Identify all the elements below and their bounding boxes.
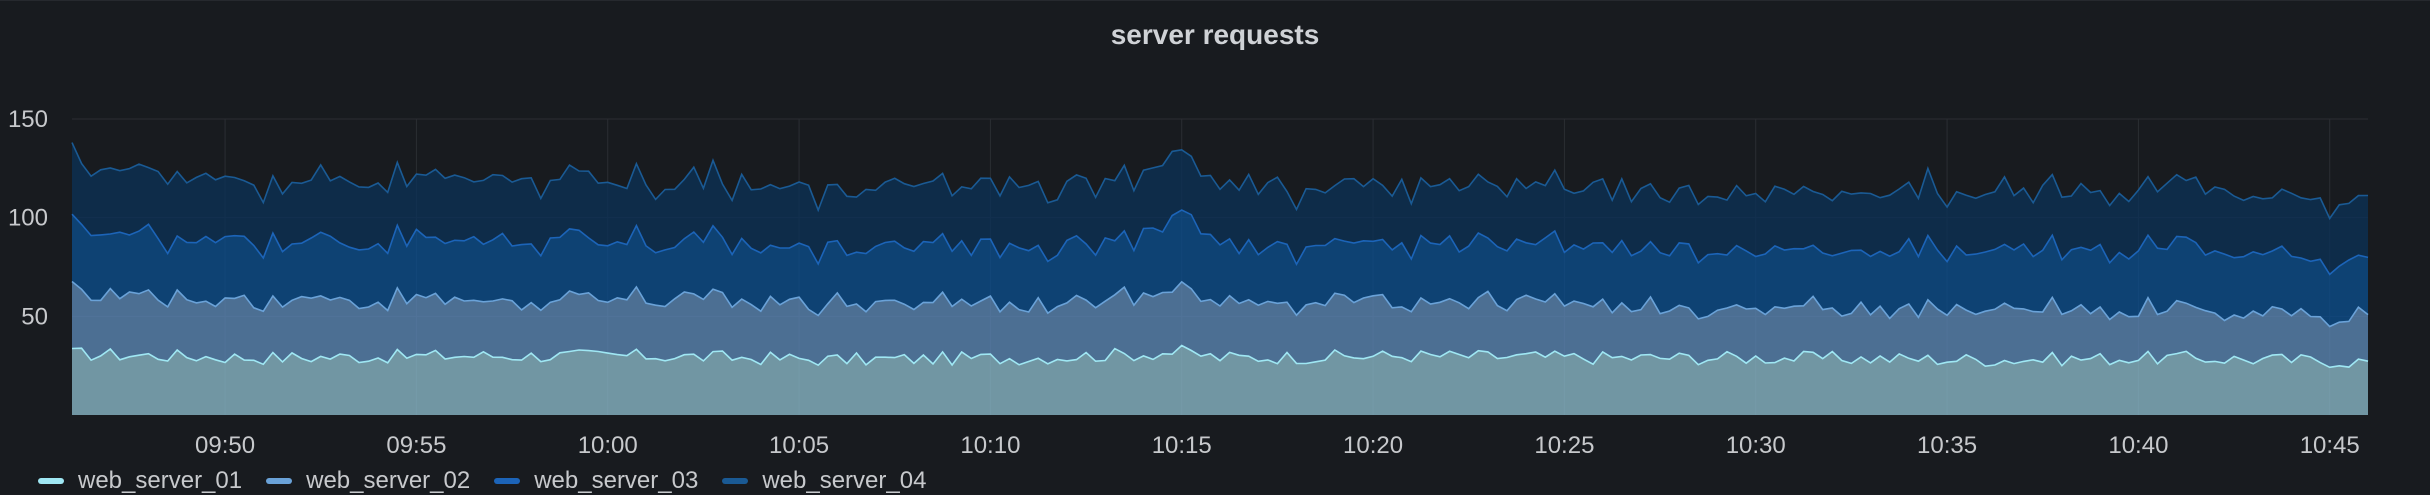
x-tick-label: 10:40	[2108, 432, 2168, 459]
legend-label: web_server_02	[306, 467, 471, 494]
y-tick-label: 50	[21, 303, 48, 330]
x-tick-label: 09:50	[195, 432, 255, 459]
legend-swatch	[494, 478, 521, 484]
stacked-areas	[71, 142, 2369, 415]
x-tick-label: 10:15	[1152, 432, 1212, 459]
legend-item-web_server_01[interactable]: web_server_01	[38, 467, 242, 495]
legend-label: web_server_03	[534, 467, 699, 494]
legend-label: web_server_01	[78, 467, 243, 494]
legend-item-web_server_04[interactable]: web_server_04	[722, 467, 926, 495]
y-tick-label: 100	[8, 205, 48, 232]
x-tick-label: 10:30	[1726, 432, 1786, 459]
chart-panel: server requests 150 100 50 09:50 09:55 10:00 1…	[0, 0, 2430, 494]
x-tick-label: 10:45	[2300, 432, 2360, 459]
x-tick-label: 10:25	[1534, 432, 1594, 459]
legend-item-web_server_03[interactable]: web_server_03	[494, 467, 698, 495]
x-tick-label: 10:10	[960, 432, 1020, 459]
legend-swatch	[38, 478, 64, 484]
x-tick-label: 10:20	[1343, 432, 1403, 459]
legend-swatch	[722, 478, 749, 484]
x-tick-label: 10:00	[578, 432, 638, 459]
legend-label: web_server_04	[762, 467, 927, 494]
legend: web_server_01 web_server_02 web_server_03 w…	[38, 467, 926, 495]
y-tick-label: 150	[8, 106, 48, 133]
legend-swatch	[266, 478, 293, 484]
server-requests-chart[interactable]: 150 100 50 09:50 09:55 10:00 10:05 10:10 10:15 10…	[0, 1, 2430, 495]
x-tick-label: 10:05	[769, 432, 829, 459]
x-tick-label: 10:35	[1917, 432, 1977, 459]
legend-item-web_server_02[interactable]: web_server_02	[266, 467, 470, 495]
x-tick-label: 09:55	[386, 432, 446, 459]
